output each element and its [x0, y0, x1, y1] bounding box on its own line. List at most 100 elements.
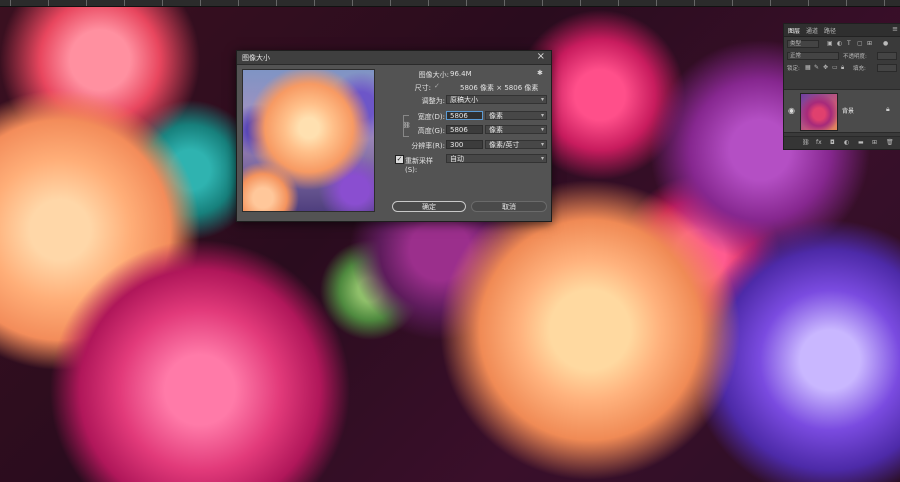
lock-move-icon[interactable]: ✥	[823, 64, 828, 71]
ruler-tick	[428, 0, 429, 6]
fill-field[interactable]	[877, 64, 897, 72]
new-layer-icon[interactable]: ⊞	[872, 139, 877, 146]
fx-icon[interactable]: fx	[816, 139, 822, 146]
height-label: 高度(G):	[417, 127, 445, 135]
image-size-label: 图像大小:	[418, 71, 449, 79]
filter-row: 类型 ▣ ◐ T ▢ ⊞ ●	[787, 40, 898, 49]
resolution-unit-select[interactable]: 像素/英寸 ▾	[485, 140, 547, 149]
adjustment-icon[interactable]: ◐	[844, 139, 849, 146]
resample-label: 重新采样(S):	[405, 157, 433, 174]
fill-label: 填充:	[853, 66, 866, 72]
chevron-down-icon: ▾	[540, 112, 544, 119]
ruler-tick	[162, 0, 163, 6]
panel-tabs: 图层 通道 路径 ≡	[784, 24, 900, 37]
filter-pixel-icon[interactable]: ▣	[827, 40, 833, 47]
filter-type-icon[interactable]: T	[847, 40, 851, 47]
panel-menu-icon[interactable]: ≡	[892, 25, 898, 33]
ruler-tick	[884, 0, 885, 6]
resample-select[interactable]: 自动 ▾	[446, 154, 547, 163]
panel-footer: ⛓ fx ◘ ◐ ▬ ⊞ 🗑︎	[784, 136, 900, 149]
lock-all-icon[interactable]: 🔒︎	[841, 64, 844, 72]
eye-icon[interactable]: ◉	[788, 106, 795, 115]
resolution-label: 分辨率(R):	[411, 142, 445, 150]
ruler-tick	[10, 0, 11, 6]
blend-mode-select[interactable]: 正常	[787, 52, 839, 60]
dimensions-value: 5806 像素 × 5806 像素	[460, 84, 539, 92]
opacity-label: 不透明度:	[843, 54, 867, 60]
image-preview[interactable]	[242, 69, 375, 212]
opacity-field[interactable]	[877, 52, 897, 60]
cancel-button[interactable]: 取消	[471, 201, 547, 212]
kind-filter-select[interactable]: 类型	[787, 40, 819, 48]
ruler-tick	[846, 0, 847, 6]
ruler-tick	[542, 0, 543, 6]
ruler-tick	[276, 0, 277, 6]
width-unit: 像素	[489, 112, 503, 120]
lock-artboard-icon[interactable]: ▭	[832, 64, 838, 71]
kind-filter-value: 类型	[790, 41, 802, 47]
close-icon[interactable]: ×	[537, 51, 545, 62]
fit-to-select[interactable]: 原稿大小 ▾	[446, 95, 547, 104]
ruler-tick	[124, 0, 125, 6]
resolution-input[interactable]: 300	[446, 140, 483, 149]
image-size-dialog: 图像大小 × 图像大小: 96.4M ✱ 尺寸: ✓ 5806 像素 × 580…	[236, 50, 552, 222]
height-input[interactable]: 5806	[446, 125, 483, 134]
layer-thumbnail	[800, 93, 838, 131]
ruler-tick	[314, 0, 315, 6]
lock-label: 锁定:	[787, 66, 800, 72]
ruler-tick	[86, 0, 87, 6]
ruler-tick	[770, 0, 771, 6]
ruler-tick	[48, 0, 49, 6]
gear-icon[interactable]: ✱	[537, 69, 543, 77]
filter-smart-icon[interactable]: ⊞	[867, 40, 872, 47]
fit-to-label: 调整为:	[421, 97, 445, 105]
dialog-title: 图像大小	[242, 54, 270, 62]
ruler-tick	[580, 0, 581, 6]
height-unit-select[interactable]: 像素 ▾	[485, 125, 547, 134]
ruler-tick	[618, 0, 619, 6]
width-input[interactable]: 5806	[446, 111, 483, 120]
tab-channels[interactable]: 通道	[806, 26, 818, 35]
link-layers-icon[interactable]: ⛓	[802, 139, 810, 146]
tab-paths[interactable]: 路径	[824, 26, 836, 35]
width-unit-select[interactable]: 像素 ▾	[485, 111, 547, 120]
ruler-tick	[238, 0, 239, 6]
resample-value: 自动	[450, 155, 464, 163]
ruler-tick	[808, 0, 809, 6]
ruler-tick	[732, 0, 733, 6]
ruler-tick	[352, 0, 353, 6]
ok-button[interactable]: 确定	[392, 201, 466, 212]
ruler-tick	[656, 0, 657, 6]
chevron-down-icon: ▾	[540, 155, 544, 162]
tab-layers[interactable]: 图层	[788, 26, 800, 35]
chevron-down-icon[interactable]: ✓	[434, 82, 440, 90]
blend-mode-value: 正常	[790, 53, 802, 59]
filter-shape-icon[interactable]: ▢	[857, 40, 863, 47]
lock-icon: 🔒︎	[886, 105, 890, 113]
mask-icon[interactable]: ◘	[830, 139, 835, 146]
image-size-value: 96.4M	[450, 70, 472, 78]
resample-checkbox[interactable]: ✓	[395, 155, 404, 164]
width-label: 宽度(D):	[417, 113, 445, 121]
ruler-tick	[504, 0, 505, 6]
layer-name: 背景	[842, 108, 855, 115]
top-ruler	[0, 0, 900, 7]
lock-paint-icon[interactable]: ✎	[814, 64, 819, 71]
lock-row: 锁定: ▦ ✎ ✥ ▭ 🔒︎ 填充:	[787, 64, 898, 73]
blend-row: 正常 不透明度:	[787, 52, 898, 61]
chevron-down-icon: ▾	[540, 126, 544, 133]
layers-panel: 图层 通道 路径 ≡ 类型 ▣ ◐ T ▢ ⊞ ● 正常 不透明度: 锁定: ▦…	[783, 23, 900, 150]
lock-pixels-icon[interactable]: ▦	[805, 64, 811, 71]
ruler-tick	[390, 0, 391, 6]
chevron-down-icon: ▾	[540, 141, 544, 148]
fit-to-value: 原稿大小	[450, 96, 478, 104]
filter-toggle-icon[interactable]: ●	[883, 40, 888, 47]
layer-row-background[interactable]: ◉ 背景 🔒︎	[784, 89, 900, 133]
chevron-down-icon: ▾	[540, 96, 544, 103]
dimensions-label: 尺寸:	[414, 84, 431, 92]
filter-adjust-icon[interactable]: ◐	[837, 40, 842, 47]
ruler-tick	[200, 0, 201, 6]
dialog-titlebar[interactable]: 图像大小 ×	[237, 51, 551, 65]
trash-icon[interactable]: 🗑︎	[886, 139, 894, 146]
group-folder-icon[interactable]: ▬	[858, 139, 864, 146]
